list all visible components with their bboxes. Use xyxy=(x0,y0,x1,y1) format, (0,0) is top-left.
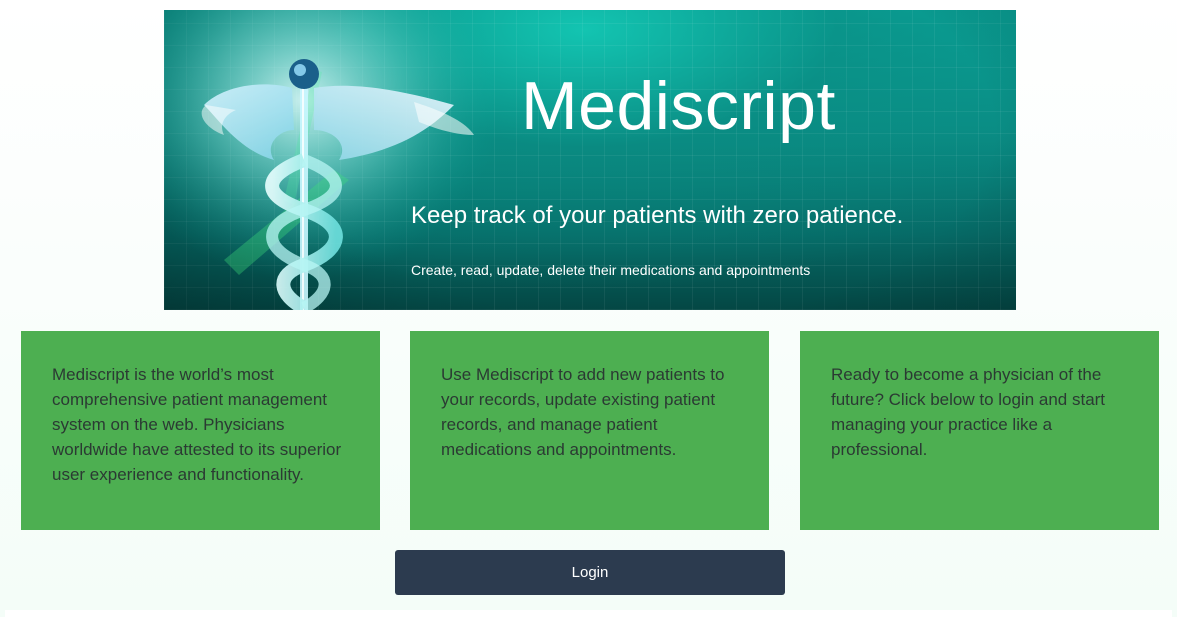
hero-banner: Mediscript Keep track of your patients w… xyxy=(164,10,1016,310)
banner-title: Mediscript xyxy=(521,68,836,144)
info-card-call-to-action: Ready to become a physician of the futur… xyxy=(800,331,1159,530)
page: Mediscript Keep track of your patients w… xyxy=(0,0,1177,617)
card-text: Use Mediscript to add new patients to yo… xyxy=(441,365,725,459)
banner-subtext: Create, read, update, delete their medic… xyxy=(411,262,811,278)
card-text: Mediscript is the world’s most comprehen… xyxy=(52,365,342,484)
info-card-overview: Mediscript is the world’s most comprehen… xyxy=(21,331,380,530)
card-text: Ready to become a physician of the futur… xyxy=(831,365,1106,459)
info-card-features: Use Mediscript to add new patients to yo… xyxy=(410,331,769,530)
banner-tagline: Keep track of your patients with zero pa… xyxy=(411,202,904,229)
login-button[interactable]: Login xyxy=(395,550,785,595)
page-bottom-band xyxy=(5,610,1172,617)
